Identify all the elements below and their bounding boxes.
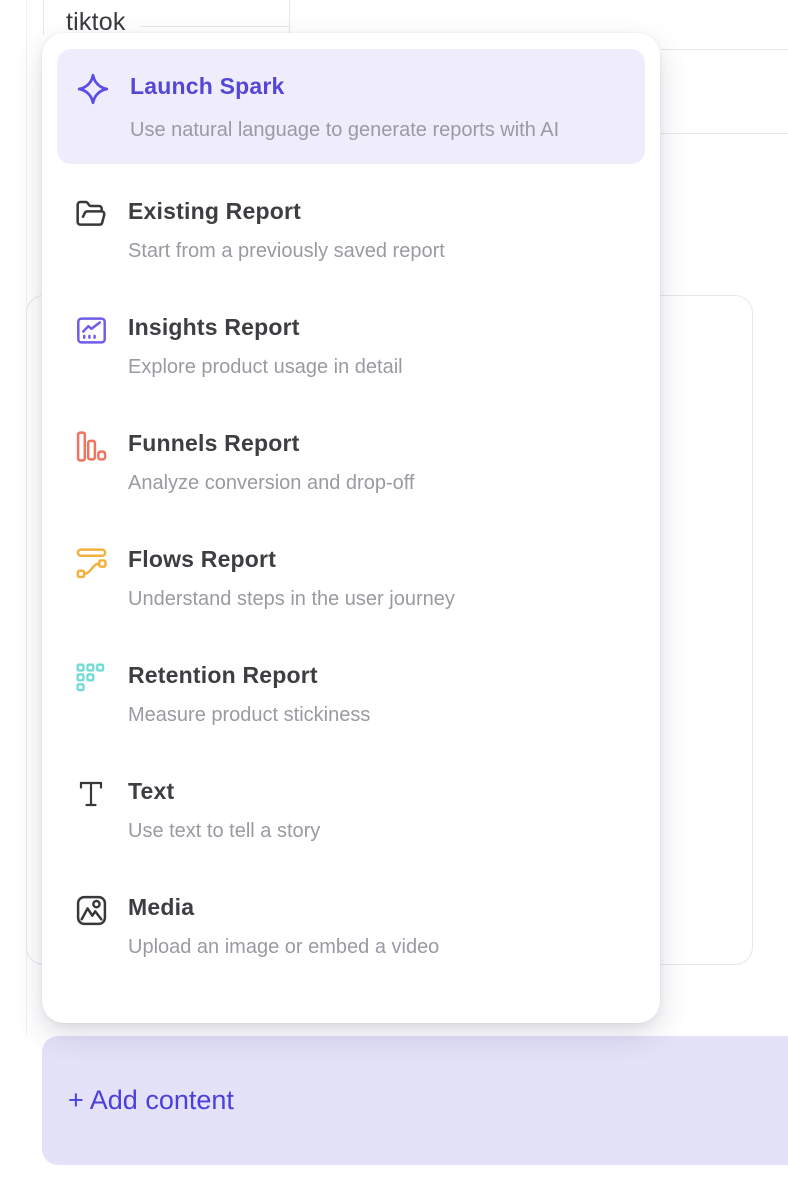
menu-item-title: Insights Report bbox=[128, 312, 403, 342]
sparkle-icon bbox=[76, 72, 110, 106]
menu-item-description: Analyze conversion and drop-off bbox=[128, 470, 414, 496]
background-divider-second bbox=[661, 133, 788, 134]
menu-item-title: Launch Spark bbox=[130, 71, 559, 101]
menu-item-description: Start from a previously saved report bbox=[128, 238, 445, 264]
line-chart-icon bbox=[74, 313, 108, 347]
background-row-divider bbox=[140, 26, 289, 27]
menu-item-flows-report[interactable]: Flows Report Understand steps in the use… bbox=[57, 520, 645, 636]
menu-item-retention-report[interactable]: Retention Report Measure product stickin… bbox=[57, 636, 645, 752]
add-content-menu: Launch Spark Use natural language to gen… bbox=[42, 33, 660, 1023]
menu-item-title: Flows Report bbox=[128, 544, 455, 574]
screen: tiktok + Add content Launch Spark Use na… bbox=[0, 0, 788, 1200]
menu-item-text[interactable]: Text Use text to tell a story bbox=[57, 752, 645, 868]
media-icon bbox=[74, 893, 108, 927]
menu-item-launch-spark[interactable]: Launch Spark Use natural language to gen… bbox=[57, 49, 645, 164]
menu-item-insights-report[interactable]: Insights Report Explore product usage in… bbox=[57, 288, 645, 404]
menu-item-existing-report[interactable]: Existing Report Start from a previously … bbox=[57, 172, 645, 288]
background-table-border-left bbox=[43, 0, 44, 35]
menu-item-description: Upload an image or embed a video bbox=[128, 934, 439, 960]
add-content-label: + Add content bbox=[42, 1085, 234, 1116]
menu-item-title: Text bbox=[128, 776, 320, 806]
menu-item-funnels-report[interactable]: Funnels Report Analyze conversion and dr… bbox=[57, 404, 645, 520]
menu-item-description: Explore product usage in detail bbox=[128, 354, 403, 380]
bar-chart-icon bbox=[74, 429, 108, 463]
menu-item-title: Media bbox=[128, 892, 439, 922]
menu-item-title: Funnels Report bbox=[128, 428, 414, 458]
text-icon bbox=[74, 777, 108, 811]
menu-item-title: Retention Report bbox=[128, 660, 370, 690]
menu-item-description: Understand steps in the user journey bbox=[128, 586, 455, 612]
background-table-border-right bbox=[289, 0, 290, 35]
folder-open-icon bbox=[74, 197, 108, 231]
menu-item-title: Existing Report bbox=[128, 196, 445, 226]
menu-item-description: Measure product stickiness bbox=[128, 702, 370, 728]
menu-item-description: Use natural language to generate reports… bbox=[130, 115, 559, 146]
background-divider-top bbox=[661, 49, 788, 50]
add-content-button[interactable]: + Add content bbox=[42, 1036, 788, 1165]
menu-item-media[interactable]: Media Upload an image or embed a video bbox=[57, 868, 645, 984]
cohort-grid-icon bbox=[74, 661, 108, 695]
menu-item-description: Use text to tell a story bbox=[128, 818, 320, 844]
flows-icon bbox=[74, 545, 108, 579]
